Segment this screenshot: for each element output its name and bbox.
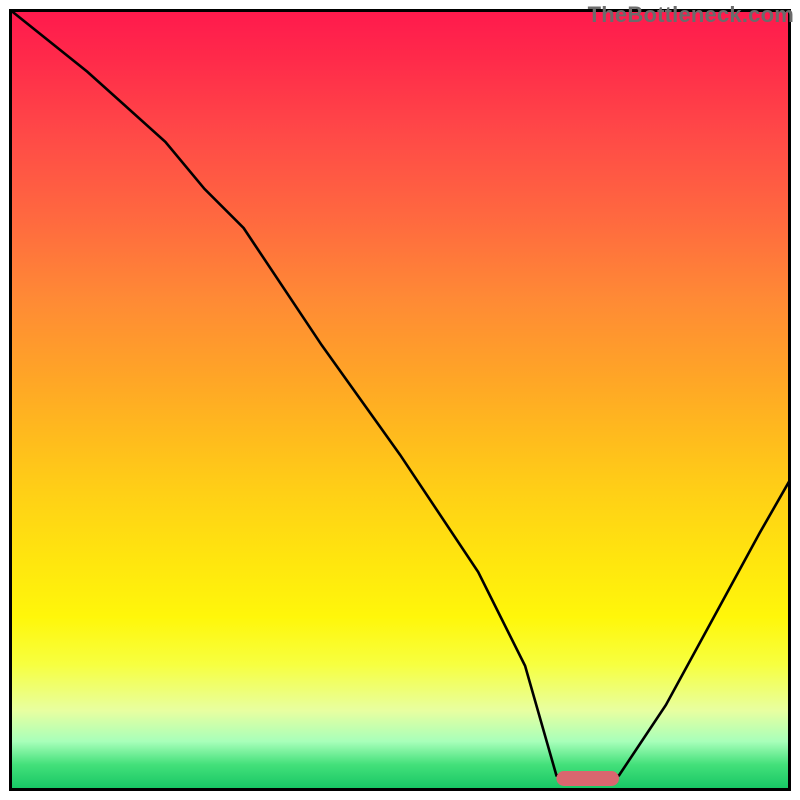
watermark-text: TheBottleneck.com [588, 2, 794, 28]
chart-frame [9, 9, 791, 791]
